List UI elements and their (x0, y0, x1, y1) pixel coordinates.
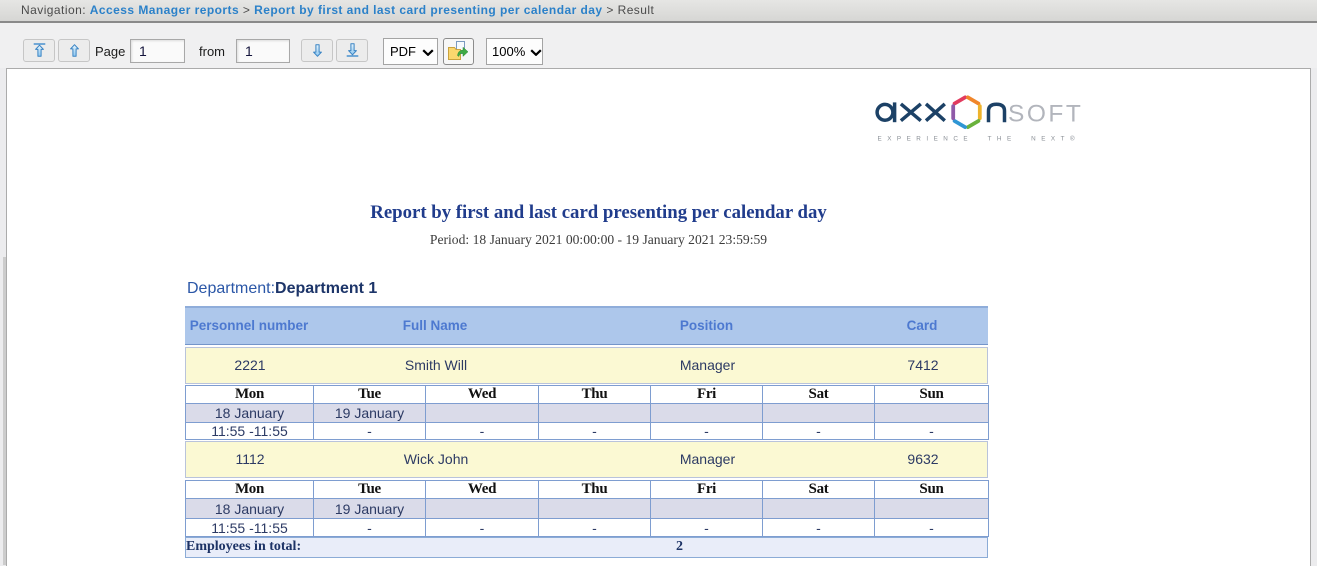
svg-text:EXPERIENCE THE NEXT®: EXPERIENCE THE NEXT® (878, 135, 1081, 143)
svg-text:SOFT: SOFT (1008, 101, 1083, 128)
